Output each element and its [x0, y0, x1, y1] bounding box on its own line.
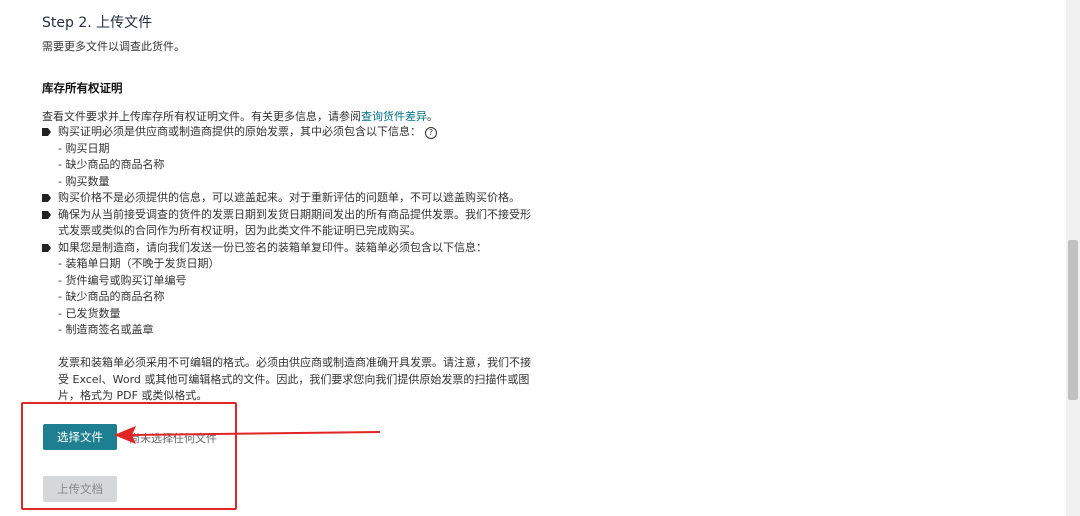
tag-bullet-icon [42, 243, 51, 252]
requirement-text: 购买价格不是必须提供的信息，可以遮盖起来。对于重新评估的问题单，不可以遮盖购买价… [58, 191, 520, 204]
note-line: 受 Excel、Word 或其他可编辑格式的文件。因此，我们要求您向我们提供原始… [58, 372, 530, 386]
intro-end: 。 [427, 110, 438, 123]
requirement-text: 如果您是制造商，请向我们发送一份已签名的装箱单复印件。装箱单必须包含以下信息： [58, 240, 487, 254]
step-subtitle: 需要更多文件以调查此货件。 [42, 40, 185, 53]
tag-bullet-icon [42, 210, 51, 219]
requirement-text: 确保为从当前接受调查的货件的发票日期到发货日期期间发出的所有商品提供发票。我们不… [58, 207, 531, 221]
sub-item: - 缺少商品的商品名称 [58, 158, 165, 171]
requirements-list: 购买证明必须是供应商或制造商提供的原始发票，其中必须包含以下信息：? - 购买日… [42, 124, 562, 339]
section-title: 库存所有权证明 [42, 81, 123, 95]
no-file-chosen-text: 尚未选择任何文件 [129, 432, 217, 445]
shipment-discrepancy-link[interactable]: 查询货件差异 [361, 110, 427, 123]
requirement-item: 购买价格不是必须提供的信息，可以遮盖起来。对于重新评估的问题单，不可以遮盖购买价… [42, 190, 562, 207]
scrollbar-thumb[interactable] [1068, 240, 1078, 400]
sub-item: - 制造商签名或盖章 [58, 323, 154, 336]
sub-item: - 缺少商品的商品名称 [58, 290, 165, 303]
requirement-item: 购买证明必须是供应商或制造商提供的原始发票，其中必须包含以下信息：? [42, 124, 562, 141]
sub-item: - 货件编号或购买订单编号 [58, 273, 187, 287]
intro-text: 查看文件要求并上传库存所有权证明文件。有关更多信息，请参阅 [42, 110, 361, 123]
section-intro: 查看文件要求并上传库存所有权证明文件。有关更多信息，请参阅查询货件差异。 [42, 108, 438, 124]
requirement-item: 如果您是制造商，请向我们发送一份已签名的装箱单复印件。装箱单必须包含以下信息： [42, 240, 562, 257]
vertical-scrollbar[interactable] [1066, 0, 1080, 516]
help-icon[interactable]: ? [425, 127, 437, 139]
tag-bullet-icon [42, 128, 51, 136]
sub-list: - 装箱单日期（不晚于发货日期） - 货件编号或购买订单编号 - 缺少商品的商品… [42, 256, 562, 339]
upload-document-button[interactable]: 上传文档 [43, 476, 117, 502]
note-line: 片，格式为 PDF 或类似格式。 [58, 389, 208, 402]
requirement-item: 确保为从当前接受调查的货件的发票日期到发货日期期间发出的所有商品提供发票。我们不… [42, 207, 562, 240]
note-line: 发票和装箱单必须采用不可编辑的格式。必须由供应商或制造商准确开具发票。请注意，我… [58, 356, 531, 369]
sub-item: - 购买数量 [58, 174, 110, 188]
sub-item: - 已发货数量 [58, 306, 121, 320]
requirement-text: 式发票或类似的合同作为所有权证明，因为此类文件不能证明已完成购买。 [58, 224, 421, 237]
sub-item: - 购买日期 [58, 141, 110, 155]
tag-bullet-icon [42, 194, 51, 202]
step-title: Step 2. 上传文件 [42, 15, 153, 31]
format-note: 发票和装箱单必须采用不可编辑的格式。必须由供应商或制造商准确开具发票。请注意，我… [58, 355, 558, 405]
sub-item: - 装箱单日期（不晚于发货日期） [58, 257, 220, 270]
requirement-text: 购买证明必须是供应商或制造商提供的原始发票，其中必须包含以下信息： [58, 125, 421, 138]
sub-list: - 购买日期 - 缺少商品的商品名称 - 购买数量 [42, 141, 562, 191]
choose-file-button[interactable]: 选择文件 [43, 424, 117, 450]
